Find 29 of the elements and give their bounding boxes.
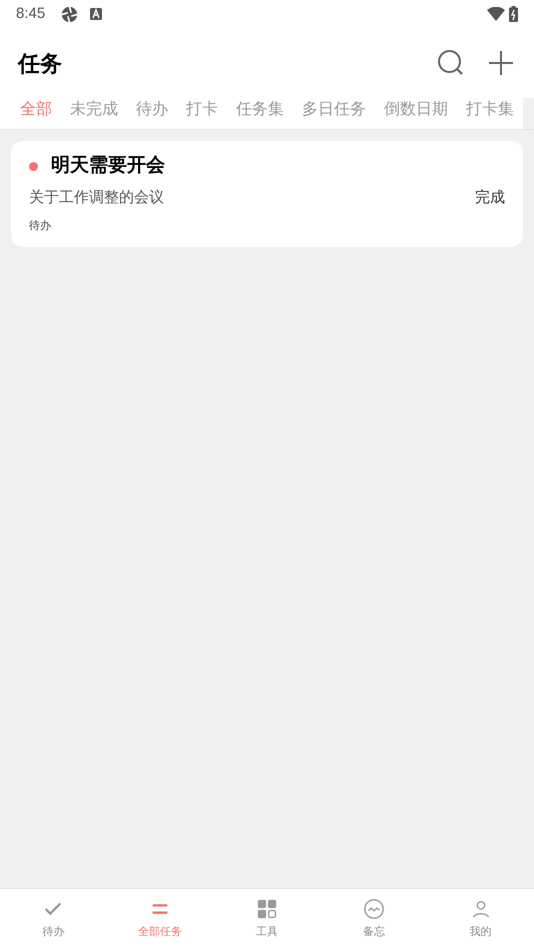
task-title: 明天需要开会 [51,154,165,178]
filter-tab[interactable]: 待办 [136,98,168,122]
task-tag: 待办 [29,218,505,234]
nav-tab[interactable]: 工具 [214,889,320,950]
nav-tab[interactable]: 备忘 [320,889,428,950]
status-time: 8:45 [16,4,46,24]
battery-icon [509,6,518,22]
filter-tab[interactable]: 任务集 [236,98,284,122]
nav-tab[interactable]: 全部任务 [106,889,214,950]
filter-tab[interactable]: 未完成 [70,98,118,122]
plus-icon [488,50,514,76]
task-card[interactable]: 明天需要开会 关于工作调整的会议 完成 待办 [11,141,523,246]
search-icon [437,49,465,77]
text-icon [90,8,102,20]
add-button[interactable] [486,48,516,78]
filter-tab[interactable]: 打卡 [186,98,218,122]
filter-tab[interactable]: 倒数日期 [384,98,448,122]
wave-circle-icon [362,898,385,920]
filter-tab[interactable]: 打卡集 [466,98,514,122]
aperture-icon [61,6,78,22]
grid-icon [256,898,278,920]
filter-tab[interactable]: 全部 [20,98,52,122]
nav-tab[interactable]: 我的 [427,889,534,950]
page-title: 任务 [18,50,63,78]
task-description: 关于工作调整的会议 [29,188,165,208]
complete-button[interactable]: 完成 [475,186,505,209]
wifi-icon [487,7,505,21]
filter-tab[interactable]: 多日任务 [302,98,366,122]
nav-tab[interactable]: 待办 [0,889,107,950]
